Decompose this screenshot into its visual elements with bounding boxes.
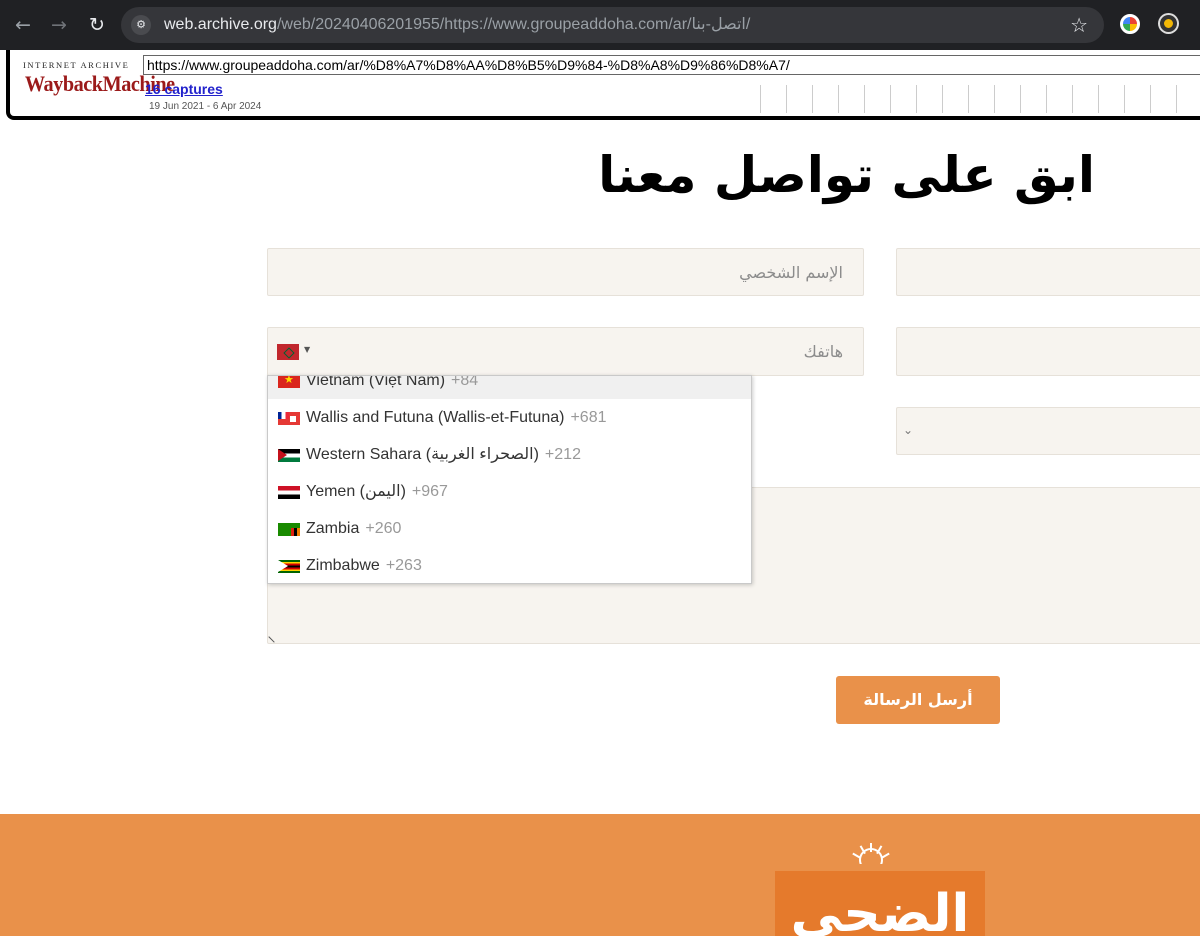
country-name: Zimbabwe bbox=[306, 557, 380, 574]
url-host: web.archive.org bbox=[164, 16, 277, 33]
country-name: Wallis and Futuna (Wallis-et-Futuna) bbox=[306, 409, 565, 426]
timeline-tick bbox=[1176, 85, 1177, 113]
wayback-url-input[interactable]: https://www.groupeaddoha.com/ar/%D8%A7%D… bbox=[143, 55, 1200, 75]
page-title: ابق على تواصل معنا bbox=[598, 146, 1095, 204]
timeline-tick bbox=[760, 85, 761, 113]
timeline-tick bbox=[864, 85, 865, 113]
sun-icon bbox=[848, 840, 894, 864]
country-name: Vietnam (Việt Nam) bbox=[306, 375, 446, 389]
subject-select[interactable]: ⌄ bbox=[896, 407, 1200, 455]
address-bar[interactable]: ⚙ web.archive.org/web/20240406201955/htt… bbox=[121, 7, 1104, 43]
country-code: +84 bbox=[451, 375, 479, 389]
send-message-button[interactable]: أرسل الرسالة bbox=[836, 676, 1000, 724]
western-sahara-flag-icon bbox=[278, 449, 300, 462]
country-name: Zambia bbox=[306, 520, 360, 537]
footer-logo-text: الضحى bbox=[790, 884, 970, 936]
timeline-tick bbox=[1046, 85, 1047, 113]
footer: الضحى bbox=[0, 814, 1200, 936]
company-field[interactable] bbox=[896, 327, 1200, 376]
country-option[interactable]: Vietnam (Việt Nam) +84 bbox=[268, 375, 751, 399]
country-option[interactable]: Zambia +260 bbox=[268, 510, 751, 547]
country-option[interactable]: Western Sahara (الصحراء الغربية) +212 bbox=[268, 436, 751, 473]
zambia-flag-icon bbox=[278, 523, 300, 536]
chevron-down-icon: ⌄ bbox=[903, 423, 914, 437]
captures-link[interactable]: 16 captures bbox=[145, 81, 223, 97]
timeline-tick bbox=[942, 85, 943, 113]
bookmark-star-icon[interactable]: ☆ bbox=[1070, 13, 1088, 37]
timeline-tick bbox=[916, 85, 917, 113]
country-dropdown-list[interactable]: Vietnam (Việt Nam) +84 Wallis and Futuna … bbox=[267, 375, 752, 584]
country-code: +263 bbox=[385, 557, 422, 574]
yemen-flag-icon bbox=[278, 486, 300, 499]
country-selector[interactable]: ▼ bbox=[277, 344, 317, 362]
extension-icon[interactable] bbox=[1160, 15, 1177, 32]
morocco-flag-icon bbox=[277, 344, 299, 360]
reload-icon[interactable]: ↻ bbox=[84, 12, 110, 38]
color-wheel-extension-icon[interactable] bbox=[1120, 14, 1140, 34]
timeline-tick bbox=[1150, 85, 1151, 113]
country-option[interactable]: Wallis and Futuna (Wallis-et-Futuna) +681 bbox=[268, 399, 751, 436]
country-name: Yemen (اليمن) bbox=[306, 483, 406, 500]
email-field[interactable] bbox=[896, 248, 1200, 296]
timeline-tick bbox=[1098, 85, 1099, 113]
wallis-futuna-flag-icon bbox=[278, 412, 300, 425]
phone-field[interactable]: ▼ هاتفك bbox=[267, 327, 864, 376]
caret-down-icon: ▼ bbox=[304, 345, 311, 354]
timeline-tick bbox=[786, 85, 787, 113]
resize-handle-icon[interactable] bbox=[268, 631, 280, 643]
country-option[interactable]: Yemen (اليمن) +967 bbox=[268, 473, 751, 510]
timeline-tick bbox=[1072, 85, 1073, 113]
footer-logo[interactable]: الضحى bbox=[775, 871, 985, 936]
country-code: +260 bbox=[365, 520, 402, 537]
timeline-tick bbox=[812, 85, 813, 113]
country-code: +212 bbox=[544, 446, 581, 463]
site-info-icon[interactable]: ⚙ bbox=[131, 15, 151, 35]
vietnam-flag-icon bbox=[278, 376, 300, 388]
browser-toolbar: ← → ↻ ⚙ web.archive.org/web/202404062019… bbox=[0, 0, 1200, 50]
zimbabwe-flag-icon bbox=[278, 560, 300, 573]
name-field[interactable]: الإسم الشخصي bbox=[267, 248, 864, 296]
url-path: /web/20240406201955/https://www.groupead… bbox=[276, 16, 751, 33]
address-bar-url[interactable]: web.archive.org/web/20240406201955/https… bbox=[164, 15, 750, 35]
country-option[interactable]: Zimbabwe +263 bbox=[268, 547, 751, 583]
country-name: Western Sahara (الصحراء الغربية) bbox=[306, 446, 539, 463]
timeline-tick bbox=[838, 85, 839, 113]
back-arrow-icon[interactable]: ← bbox=[10, 12, 36, 38]
capture-timeline[interactable] bbox=[750, 85, 1200, 115]
forward-arrow-icon[interactable]: → bbox=[46, 12, 72, 38]
name-placeholder: الإسم الشخصي bbox=[739, 263, 843, 282]
timeline-tick bbox=[1020, 85, 1021, 113]
wayback-toolbar: INTERNET ARCHIVE WaybackMachine https://… bbox=[6, 50, 1200, 120]
country-code: +967 bbox=[411, 483, 448, 500]
timeline-tick bbox=[968, 85, 969, 113]
timeline-tick bbox=[890, 85, 891, 113]
country-code: +681 bbox=[570, 409, 607, 426]
timeline-tick bbox=[1124, 85, 1125, 113]
timeline-tick bbox=[994, 85, 995, 113]
phone-placeholder: هاتفك bbox=[803, 342, 843, 361]
capture-date-range: 19 Jun 2021 - 6 Apr 2024 bbox=[149, 101, 262, 112]
